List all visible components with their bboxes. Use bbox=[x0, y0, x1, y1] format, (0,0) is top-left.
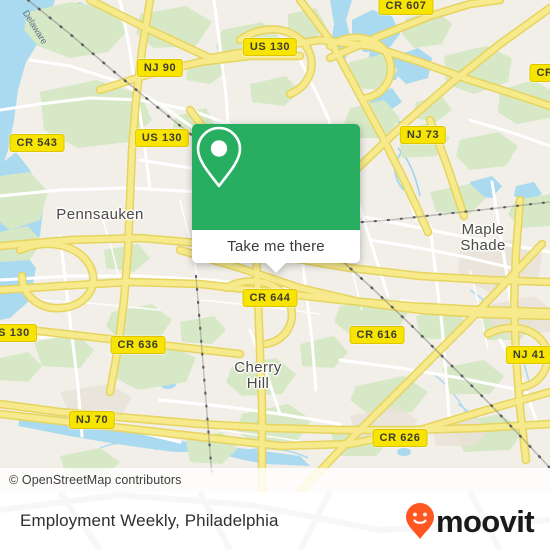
road-shield-us-130-south[interactable]: S 130 bbox=[0, 324, 37, 342]
map-canvas[interactable]: Pennsauken Maple Shade Cherry Hill Delaw… bbox=[0, 0, 550, 492]
road-shield-cr-626[interactable]: CR 626 bbox=[372, 429, 428, 447]
popup-action[interactable]: Take me there bbox=[192, 230, 360, 273]
road-shield-nj-90[interactable]: NJ 90 bbox=[136, 59, 184, 77]
footer-title: Employment Weekly, Philadelphia bbox=[20, 511, 279, 530]
road-shield-nj-70[interactable]: NJ 70 bbox=[68, 411, 116, 429]
attribution-text[interactable]: © OpenStreetMap contributors bbox=[9, 473, 182, 487]
road-shield-us-130-west[interactable]: US 130 bbox=[134, 129, 190, 147]
footer-bar: Employment Weekly, Philadelphia moovit bbox=[0, 492, 550, 550]
road-shield-us-130-north[interactable]: US 130 bbox=[242, 38, 298, 56]
road-shield-cr-616[interactable]: CR 616 bbox=[349, 326, 405, 344]
popup-header bbox=[192, 124, 360, 230]
map-popup[interactable]: Take me there bbox=[192, 124, 360, 273]
road-shield-cr-644[interactable]: CR 644 bbox=[242, 289, 298, 307]
moovit-wordmark: moovit bbox=[435, 503, 535, 539]
map-attribution-bar: © OpenStreetMap contributors bbox=[0, 468, 550, 492]
road-shield-cr-right-edge[interactable]: CR bbox=[529, 64, 550, 82]
map-screenshot: Pennsauken Maple Shade Cherry Hill Delaw… bbox=[0, 0, 550, 550]
popup-tail bbox=[265, 262, 287, 273]
map-pin-icon bbox=[196, 126, 242, 188]
popup-action-label: Take me there bbox=[227, 238, 325, 255]
moovit-logo[interactable]: moovit bbox=[405, 502, 535, 540]
road-shield-nj-73[interactable]: NJ 73 bbox=[399, 126, 447, 144]
road-shield-cr-636[interactable]: CR 636 bbox=[110, 336, 166, 354]
moovit-pin-icon bbox=[405, 503, 434, 539]
road-shield-cr-543[interactable]: CR 543 bbox=[9, 134, 65, 152]
road-shield-cr-607[interactable]: CR 607 bbox=[378, 0, 434, 15]
road-shield-nj-41[interactable]: NJ 41 bbox=[505, 346, 550, 364]
